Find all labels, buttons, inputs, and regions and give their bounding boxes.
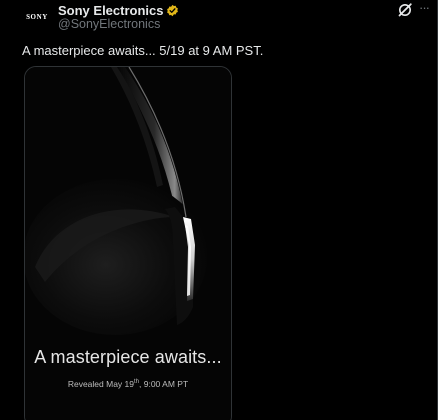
more-options-button[interactable]: ··· <box>419 1 435 17</box>
grok-icon[interactable] <box>397 2 413 18</box>
tweet-media-image[interactable]: A masterpiece awaits... Revealed May 19t… <box>24 66 232 420</box>
tweet: SONY Sony Electronics @SonyElectronics ·… <box>0 0 438 420</box>
author-name-row: Sony Electronics <box>58 3 179 18</box>
avatar-logo: SONY <box>26 13 48 21</box>
author-handle[interactable]: @SonyElectronics <box>58 17 160 31</box>
avatar[interactable]: SONY <box>17 2 57 32</box>
media-subline-date: Revealed May 19 <box>67 379 134 389</box>
media-subline: Revealed May 19th, 9:00 AM PT <box>25 379 231 389</box>
tweet-text: A masterpiece awaits... 5/19 at 9 AM PST… <box>22 43 264 58</box>
media-headline: A masterpiece awaits... <box>34 347 222 367</box>
media-subline-time: , 9:00 AM PT <box>139 379 189 389</box>
author-display-name[interactable]: Sony Electronics <box>58 3 163 18</box>
verified-badge-icon <box>166 4 179 17</box>
